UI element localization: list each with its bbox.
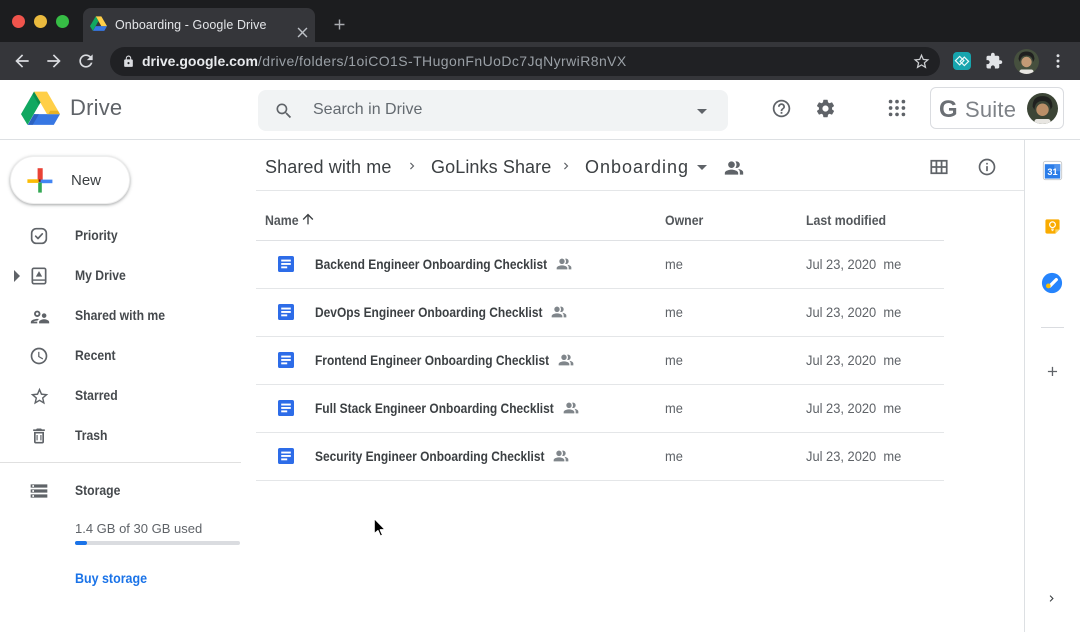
svg-text:31: 31 — [1047, 167, 1057, 177]
